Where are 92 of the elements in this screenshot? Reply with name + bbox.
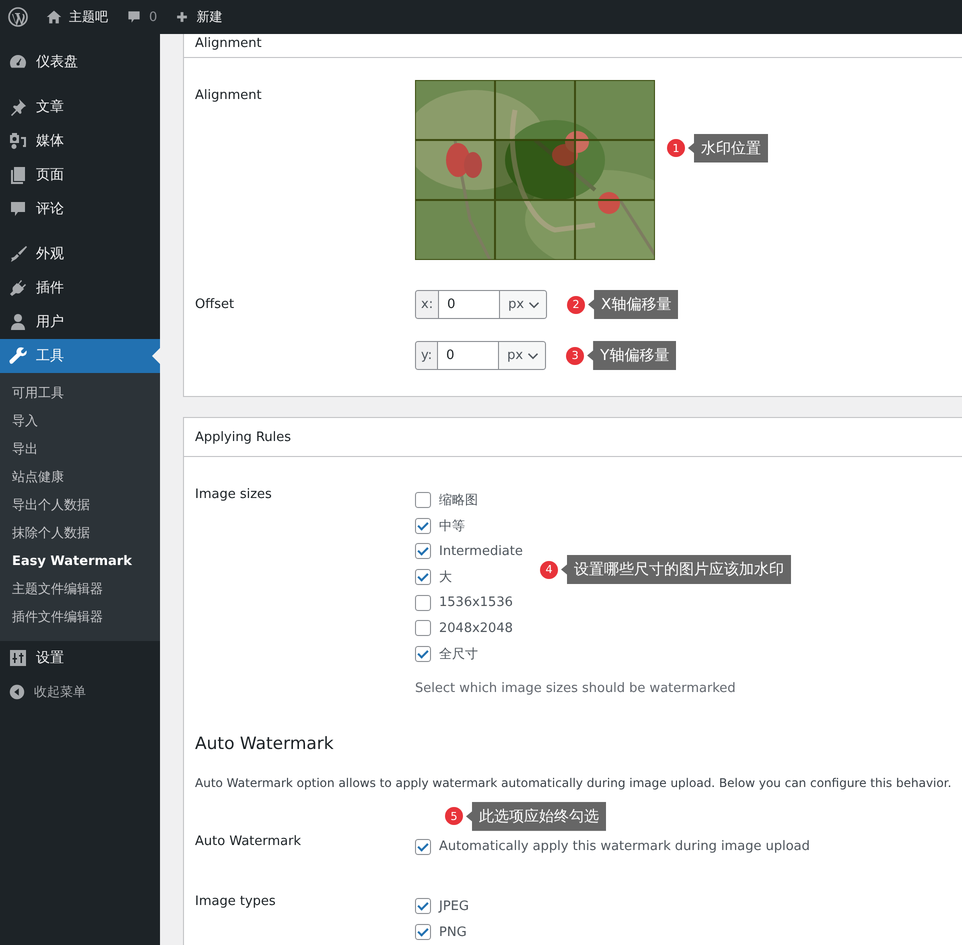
site-link[interactable]: 主题吧 [44,8,110,26]
alignment-cell[interactable] [415,80,496,141]
user-icon [8,312,28,332]
section-heading: Auto Watermark [195,734,335,754]
menu-item[interactable]: 用户 [0,305,160,339]
submenu-item[interactable]: 导出 [0,436,160,464]
submenu-item[interactable]: 可用工具 [0,380,160,408]
help-text: Select which image sizes should be watermarked [415,680,736,696]
menu-item[interactable]: 工具 [0,339,160,373]
submenu-item[interactable]: 导出个人数据 [0,492,160,520]
tooltip: 水印位置 [688,134,768,162]
plus-icon [175,10,190,24]
checkbox-label: 2048x2048 [439,620,513,636]
step-number-badge: 4 [540,560,558,578]
checkbox-label: Intermediate [439,544,523,559]
plug-icon [8,278,28,298]
panel-title: Applying Rules [195,428,292,446]
checkbox-label: 大 [439,568,452,586]
panel-title: Alignment [195,35,262,52]
field-label: Image sizes [195,487,273,504]
wordpress-logo-icon [8,7,28,27]
input-field[interactable]: 0 [439,290,500,319]
wrench-icon [8,346,28,366]
alignment-cell[interactable] [494,80,576,141]
alignment-cell[interactable] [494,199,576,260]
unit-dropdown[interactable]: px [499,290,548,319]
alignment-cell[interactable] [574,139,655,201]
sliders-icon [8,648,28,668]
alignment-cell[interactable] [574,199,655,260]
input-field[interactable]: 0 [438,341,498,370]
new-label: 新建 [196,9,222,26]
site-name: 主题吧 [69,9,108,26]
new-content-link[interactable]: 新建 [173,8,224,26]
menu-item[interactable]: 文章 [0,90,160,124]
comment-count: 0 [149,10,158,24]
menu-item[interactable]: 媒体 [0,124,160,158]
axis-label: x: [415,290,440,319]
checkbox[interactable] [415,646,431,662]
menu-item[interactable]: 设置 [0,641,160,675]
alignment-cell[interactable] [415,139,496,201]
unit-dropdown[interactable]: px [498,341,546,370]
axis-label: y: [415,341,438,370]
submenu-item[interactable]: 导入 [0,408,160,436]
menu-item[interactable]: 页面 [0,158,160,192]
step-number-badge: 5 [445,807,463,826]
checkbox[interactable] [415,620,431,636]
tooltip: X轴偏移量 [588,290,678,319]
checkbox[interactable] [415,838,431,855]
comments-link[interactable]: 0 [124,9,160,25]
menu-item[interactable]: 插件 [0,271,160,305]
submenu-item[interactable]: 主题文件编辑器 [0,576,160,604]
tooltip: Y轴偏移量 [587,341,676,370]
alignment-cell[interactable] [574,80,655,141]
step-number-badge: 1 [667,139,685,157]
submenu-item[interactable]: 抹除个人数据 [0,520,160,548]
checkbox-label: PNG [439,924,467,940]
step-number-badge: 2 [567,296,586,314]
menu-item[interactable]: 仪表盘 [0,45,160,79]
media-icon [8,131,28,151]
checkbox[interactable] [415,594,431,611]
tooltip: 此选项应始终勾选 [466,802,606,831]
submenu-item[interactable]: 站点健康 [0,464,160,492]
home-icon [46,9,62,25]
collapse-menu-button[interactable]: 收起菜单 [0,675,160,709]
checkbox-label: 全尺寸 [439,646,478,663]
menu-item[interactable]: 评论 [0,192,160,226]
pages-icon [8,165,28,185]
field-label: Offset [195,296,236,314]
alignment-cell[interactable] [494,139,576,201]
step-number-badge: 3 [566,346,584,364]
checkbox-label: 中等 [439,518,465,535]
field-label: Alignment [195,87,263,105]
alignment-cell[interactable] [415,199,496,260]
description-text: Auto Watermark option allows to apply watermark automatically during image upload. Below you can configure this behavior. [195,776,952,790]
menu-item[interactable]: 外观 [0,237,160,271]
field-label: Auto Watermark [195,834,302,851]
submenu-item[interactable]: Easy Watermark [0,548,160,576]
checkbox[interactable] [415,568,431,585]
field-label: Image types [195,894,277,910]
checkbox[interactable] [415,492,431,508]
checkbox-label: Automatically apply this watermark during image upload [439,839,810,854]
checkbox-label: 缩略图 [439,492,478,509]
comment-icon [126,9,142,25]
checkbox-label: 1536x1536 [439,595,513,610]
checkbox[interactable] [415,898,431,914]
brush-icon [8,244,28,264]
tooltip: 设置哪些尺寸的图片应该加水印 [561,555,791,584]
checkbox[interactable] [415,924,431,940]
checkbox[interactable] [415,543,431,560]
checkbox[interactable] [415,518,431,534]
checkbox-label: JPEG [439,898,469,914]
submenu-item[interactable]: 插件文件编辑器 [0,604,160,632]
